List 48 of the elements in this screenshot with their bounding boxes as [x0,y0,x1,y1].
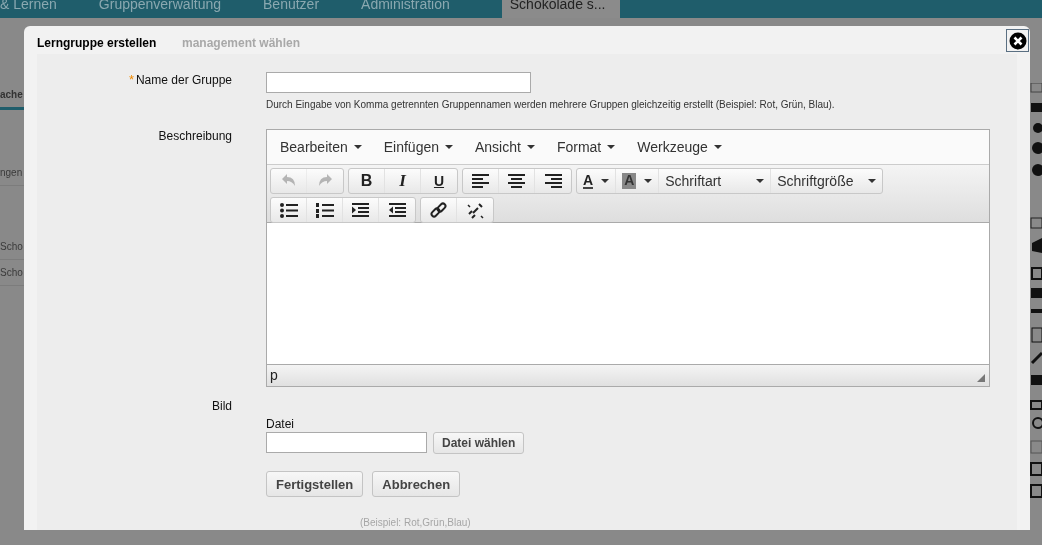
menu-item[interactable]: Werkzeuge [637,139,722,155]
menu-item[interactable]: Ansicht [475,139,535,155]
name-input[interactable] [266,72,531,93]
text-color-button[interactable]: A [577,169,617,193]
caret-icon [867,179,876,183]
background-heading: management wählen [182,36,301,50]
caret-icon [713,145,722,149]
number-list-icon [315,202,334,218]
back-color-button[interactable]: A [616,169,660,193]
field-label: Name der Gruppe [135,73,232,87]
cancel-button[interactable]: Abbrechen [372,471,461,497]
undo-icon [280,174,297,188]
finish-button[interactable]: Fertigstellen [266,471,364,497]
font-dropdown[interactable]: Schriftgröße [771,169,882,193]
caret-icon [445,145,453,149]
caret-icon [607,145,616,149]
element-path: p [270,367,278,383]
align-center-icon [508,174,525,188]
indent-icon [352,202,369,218]
caret-icon [756,179,765,183]
required-mark: * [128,72,134,87]
menu-item[interactable]: Einfügen [383,139,453,155]
close-button[interactable] [1006,29,1029,52]
hint-text: Durch Eingabe von Komma getrennten Gruppennamen werden mehrere Gruppen gleichzeitig erstellt (Beispiel: Rot, Grün, Blau). [266,99,835,110]
redo-icon [317,174,333,188]
align-right-icon [544,174,562,188]
align-left-icon [472,174,489,188]
file-label: Datei [266,417,295,431]
dialog-title: Lerngruppe erstellen [37,36,158,50]
font-dropdown[interactable]: Schriftart [659,169,772,193]
outdent-icon [388,202,406,218]
choose-file-button[interactable]: Datei wählen [433,432,525,454]
bold-button[interactable]: B [349,169,385,193]
underline-button[interactable]: U [421,169,457,193]
background-hint: (Beispiel: Rot,Grün,Blau) [360,517,472,528]
italic-button[interactable]: I [385,169,421,193]
menu-item[interactable]: Bearbeiten [280,139,362,155]
file-input[interactable] [266,432,427,453]
caret-icon [644,179,653,183]
field-label: Bild [212,399,232,413]
bullet-list-icon [279,202,298,218]
link-icon [430,201,447,219]
caret-icon [353,145,362,149]
resize-grip-icon[interactable] [977,374,986,383]
caret-icon [601,179,610,183]
caret-icon [526,145,535,149]
field-label: Beschreibung [158,129,232,143]
menu-item[interactable]: Format [556,139,616,155]
